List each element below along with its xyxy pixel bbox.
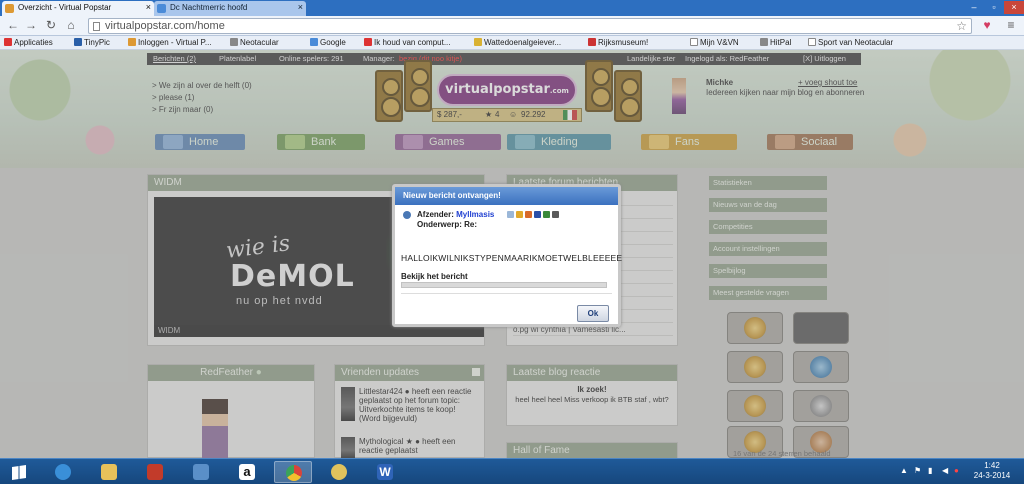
minimize-icon[interactable]: – xyxy=(964,1,984,14)
bookmark-item[interactable]: Sport van Neotacular xyxy=(808,38,893,47)
document-icon xyxy=(690,38,698,46)
bookmark-item[interactable]: Ik houd van comput... xyxy=(364,38,451,47)
bookmark-item[interactable]: Wattedoenalgeiever... xyxy=(474,38,561,47)
clock-date: 24-3-2014 xyxy=(973,471,1011,480)
chrome-icon xyxy=(286,465,302,481)
taskbar-word[interactable]: W xyxy=(366,461,404,483)
badge-icon xyxy=(552,211,559,218)
bookmark-item[interactable]: Neotacular xyxy=(230,38,279,47)
subject-line: Onderwerp: Re: xyxy=(417,220,478,229)
browser-tab-bar: Overzicht - Virtual Popstar × Dc Nachtme… xyxy=(0,0,1024,16)
taskbar-ie[interactable] xyxy=(44,461,82,483)
sender-name[interactable]: Myllmasis xyxy=(456,210,494,219)
bookmark-item[interactable]: HitPal xyxy=(760,38,791,47)
bookmarks-bar: Applicaties TinyPic Inloggen - Virtual P… xyxy=(0,36,1024,50)
taskbar-media[interactable] xyxy=(136,461,174,483)
dialog-body: Afzender: Myllmasis Onderwerp: Re: HALLO… xyxy=(395,205,622,324)
media-icon xyxy=(147,464,163,480)
rijksmuseum-icon xyxy=(588,38,596,46)
badge-icon xyxy=(507,211,514,218)
bookmark-item[interactable]: Inloggen - Virtual P... xyxy=(128,38,212,47)
network-icon[interactable]: ▮ xyxy=(928,466,936,476)
badge-icon xyxy=(534,211,541,218)
google-icon xyxy=(310,38,318,46)
bookmark-item[interactable]: Applicaties xyxy=(4,38,53,47)
security-icon[interactable]: ● xyxy=(954,466,962,476)
message-icon xyxy=(403,211,411,219)
badge-icon xyxy=(543,211,550,218)
volume-icon[interactable]: ◀ xyxy=(942,466,950,476)
bookmark-item[interactable]: Mijn V&VN xyxy=(690,38,739,47)
taskbar-chrome[interactable] xyxy=(274,461,312,483)
word-icon: W xyxy=(377,464,393,480)
badge-icon xyxy=(525,211,532,218)
message-text: HALLOIKWILNIKSTYPENMAARIKMOETWELBLEEEEE xyxy=(401,253,623,263)
ok-button[interactable]: Ok xyxy=(577,305,609,322)
tinypic-icon xyxy=(74,38,82,46)
folder-icon xyxy=(101,464,117,480)
sender-badges xyxy=(507,211,561,220)
start-button[interactable] xyxy=(4,461,34,483)
remote-icon xyxy=(193,464,209,480)
system-clock[interactable]: 1:42 24-3-2014 xyxy=(966,461,1018,481)
home-icon[interactable]: ⌂ xyxy=(64,19,78,33)
dialog-title: Nieuw bericht ontvangen! xyxy=(395,187,618,205)
bookmark-star-icon[interactable]: ☆ xyxy=(956,19,967,33)
bookmark-item[interactable]: TinyPic xyxy=(74,38,110,47)
heart-icon[interactable]: ♥ xyxy=(980,19,994,33)
tab-title: Dc Nachtmerric hoofd xyxy=(170,3,248,12)
url-text: virtualpopstar.com/home xyxy=(105,20,225,32)
window-close-icon[interactable]: × xyxy=(1004,1,1024,14)
tab-overzicht[interactable]: Overzicht - Virtual Popstar × xyxy=(2,1,154,16)
page-icon xyxy=(93,22,100,31)
taskbar-amazon[interactable]: a xyxy=(228,461,266,483)
maximize-icon[interactable]: ▫ xyxy=(984,1,1004,14)
computer-icon xyxy=(364,38,372,46)
vps-icon xyxy=(128,38,136,46)
address-bar: ← → ↻ ⌂ virtualpopstar.com/home ☆ ♥ ≡ xyxy=(0,16,1024,36)
amazon-icon: a xyxy=(239,464,255,480)
tab-title: Overzicht - Virtual Popstar xyxy=(18,3,112,12)
windows-taskbar: a W ▲ ⚑ ▮ ◀ ● 1:42 24-3-2014 xyxy=(0,458,1024,484)
badge-icon xyxy=(516,211,523,218)
forward-icon[interactable]: → xyxy=(24,19,38,33)
back-icon[interactable]: ← xyxy=(6,19,20,33)
document-icon xyxy=(808,38,816,46)
url-field[interactable]: virtualpopstar.com/home ☆ xyxy=(88,18,972,34)
new-message-dialog: Nieuw bericht ontvangen! Afzender: Myllm… xyxy=(392,184,622,327)
apps-icon xyxy=(4,38,12,46)
message-scrollbar[interactable] xyxy=(401,282,607,288)
paint-icon xyxy=(331,464,347,480)
taskbar-paint[interactable] xyxy=(320,461,358,483)
site-favicon-icon xyxy=(5,4,14,13)
taskbar-remote[interactable] xyxy=(182,461,220,483)
clock-time: 1:42 xyxy=(984,461,1000,470)
ie-icon xyxy=(55,464,71,480)
hitpal-icon xyxy=(760,38,768,46)
view-message-link[interactable]: Bekijk het bericht xyxy=(401,272,468,281)
close-icon[interactable]: × xyxy=(298,2,303,12)
tab-nachtmerrie[interactable]: Dc Nachtmerric hoofd × xyxy=(154,1,306,16)
sender-line: Afzender: Myllmasis xyxy=(417,210,495,219)
bookmark-item[interactable]: Rijksmuseum! xyxy=(588,38,648,47)
reload-icon[interactable]: ↻ xyxy=(44,19,58,33)
windows-logo-icon xyxy=(12,465,26,480)
wattedoen-icon xyxy=(474,38,482,46)
close-icon[interactable]: × xyxy=(146,2,151,12)
taskbar-explorer[interactable] xyxy=(90,461,128,483)
neo-icon xyxy=(230,38,238,46)
site-favicon-icon xyxy=(157,4,166,13)
bookmark-item[interactable]: Google xyxy=(310,38,346,47)
menu-icon[interactable]: ≡ xyxy=(1004,19,1018,33)
flag-icon[interactable]: ⚑ xyxy=(914,466,922,476)
divider xyxy=(401,293,612,294)
show-hidden-icon[interactable]: ▲ xyxy=(900,466,908,476)
